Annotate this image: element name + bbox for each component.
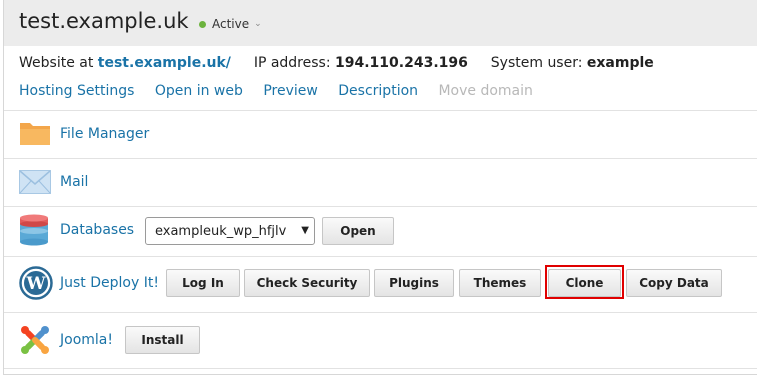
hosting-settings-link[interactable]: Hosting Settings [19, 83, 134, 99]
copy-data-button[interactable]: Copy Data [626, 269, 722, 297]
website-label: Website at [19, 55, 94, 71]
website-link[interactable]: test.example.uk/ [98, 55, 231, 71]
ip-label: IP address: [253, 55, 331, 71]
database-open-button[interactable]: Open [322, 217, 394, 245]
status-label: Active [212, 17, 250, 31]
preview-link[interactable]: Preview [263, 83, 318, 99]
system-user-value: example [586, 55, 654, 71]
divider [4, 256, 757, 257]
chevron-down-icon: ▼ [301, 225, 309, 236]
status-dropdown[interactable]: Active ⌄ [199, 17, 262, 31]
login-button[interactable]: Log In [166, 269, 240, 297]
chevron-down-icon: ⌄ [254, 19, 262, 29]
divider [4, 110, 757, 111]
joomla-icon [19, 324, 51, 360]
clone-highlight-box [545, 265, 624, 299]
svg-text:W: W [25, 274, 46, 294]
databases-link[interactable]: Databases [60, 222, 134, 238]
move-domain-link: Move domain [438, 83, 533, 99]
wordpress-icon: W [19, 266, 53, 304]
domain-title: test.example.uk [19, 9, 189, 33]
database-select[interactable]: exampleuk_wp_hfjlv ▼ [145, 217, 315, 245]
database-select-value: exampleuk_wp_hfjlv [155, 223, 287, 239]
domain-panel: test.example.uk Active ⌄ Website at test… [3, 0, 757, 375]
description-link[interactable]: Description [338, 83, 418, 99]
ip-value: 194.110.243.196 [335, 55, 468, 71]
wordpress-site-link[interactable]: Just Deploy It! [60, 275, 159, 291]
domain-actions: Hosting Settings Open in web Preview Des… [19, 83, 549, 99]
divider [4, 206, 757, 207]
folder-icon [19, 120, 51, 150]
domain-header: test.example.uk Active ⌄ [4, 0, 757, 46]
plugins-button[interactable]: Plugins [374, 269, 454, 297]
mail-link[interactable]: Mail [60, 174, 88, 190]
joomla-install-button[interactable]: Install [125, 326, 200, 354]
open-in-web-link[interactable]: Open in web [155, 83, 243, 99]
mail-icon [19, 170, 51, 198]
system-user-label: System user: [490, 55, 583, 71]
database-icon [19, 214, 49, 250]
divider [4, 158, 757, 159]
file-manager-link[interactable]: File Manager [60, 126, 149, 142]
joomla-link[interactable]: Joomla! [60, 332, 113, 348]
themes-button[interactable]: Themes [459, 269, 541, 297]
divider [4, 368, 757, 369]
check-security-button[interactable]: Check Security [244, 269, 370, 297]
domain-info: Website at test.example.uk/ IP address: … [19, 55, 654, 71]
divider [4, 312, 757, 313]
status-dot-icon [199, 20, 206, 28]
